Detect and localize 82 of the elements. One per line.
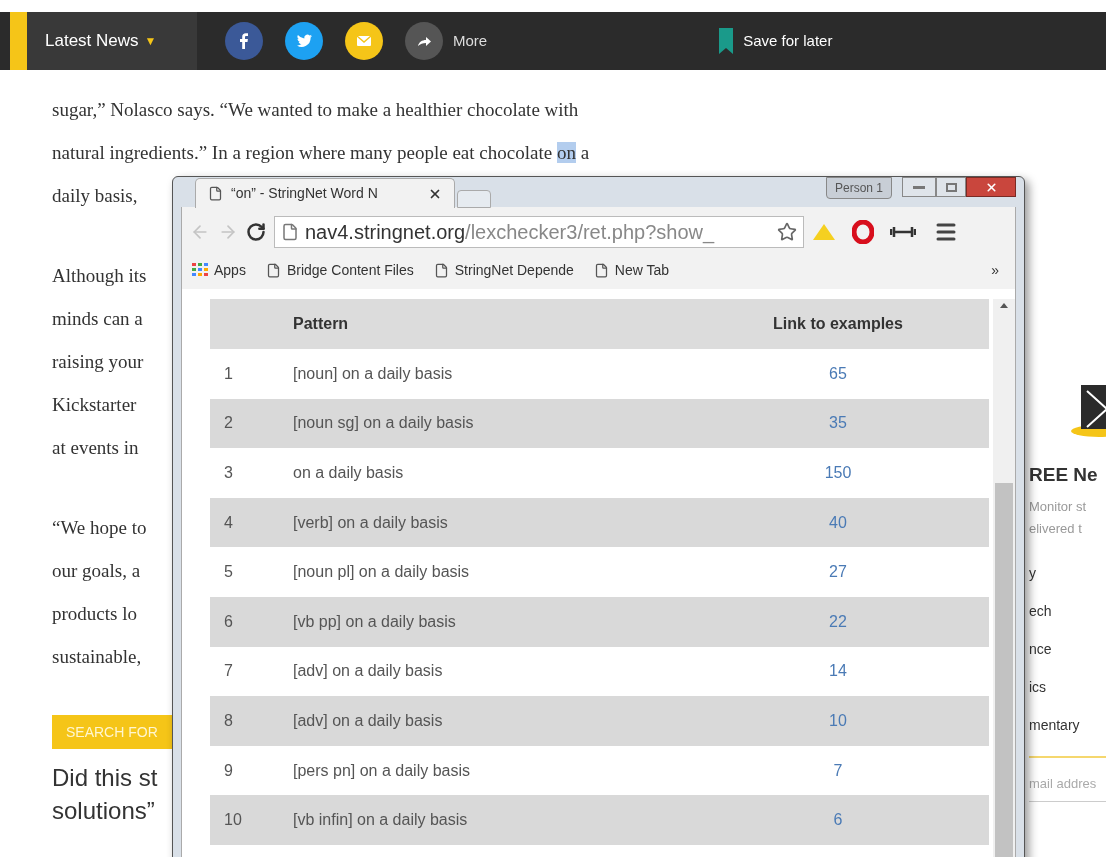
examples-link[interactable]: 7 <box>833 761 843 779</box>
more-label[interactable]: More <box>453 29 488 53</box>
row-number: 5 <box>223 562 234 583</box>
examples-link[interactable]: 150 <box>824 464 852 481</box>
article-line: sustainable, <box>52 645 142 669</box>
article-line: our goals, a <box>52 559 141 583</box>
pattern-cell-text: [adv] on a daily basis <box>293 661 444 682</box>
row-number: 10 <box>223 810 243 831</box>
examples-link[interactable]: 65 <box>829 364 847 382</box>
pattern-cell-text: on a daily basis <box>293 463 405 483</box>
question-heading: Did this st <box>52 763 158 793</box>
minimize-button[interactable] <box>902 177 936 197</box>
row-number: 8 <box>223 710 234 731</box>
dumbbell-icon[interactable] <box>890 226 916 238</box>
pattern-cell-text: [adv] on a daily basis <box>293 710 444 731</box>
profile-button[interactable]: Person 1 <box>825 177 892 199</box>
newsletter-title: REE Ne <box>1029 463 1098 487</box>
apps-grid-icon <box>192 263 208 277</box>
bookmark-item[interactable]: StringNet Depende <box>433 259 574 281</box>
address-field[interactable]: nav4.stringnet.org/lexchecker3/ret.php?show_ <box>274 216 804 248</box>
row-number: 6 <box>223 611 234 632</box>
bookmark-item[interactable]: New Tab <box>593 259 670 281</box>
scroll-up-icon[interactable] <box>1000 303 1008 308</box>
row-number: 2 <box>223 413 234 434</box>
examples-link[interactable]: 27 <box>829 563 847 581</box>
pattern-cell-text: [vb infin] on a daily basis <box>293 810 469 831</box>
maximize-button[interactable] <box>936 177 966 197</box>
page-icon <box>281 223 299 241</box>
pattern-cell-text: [vb pp] on a daily basis <box>293 611 457 632</box>
facebook-icon[interactable] <box>225 22 263 60</box>
star-icon[interactable] <box>777 222 797 242</box>
newsletter-option[interactable]: y <box>1029 553 1036 592</box>
newsletter-description: Monitor st <box>1029 497 1087 516</box>
email-share-icon[interactable] <box>345 22 383 60</box>
newsletter-option[interactable]: ech <box>1029 591 1052 630</box>
pattern-cell-text: [verb] on a daily basis <box>293 512 449 533</box>
newsletter-option[interactable]: mentary <box>1029 705 1080 744</box>
column-header: Pattern <box>293 314 350 334</box>
row-number: 9 <box>223 760 234 781</box>
pattern-cell-text: [pers pn] on a daily basis <box>293 760 471 781</box>
article-line: Although its <box>52 264 147 288</box>
page-icon <box>593 262 609 278</box>
article-line: minds can a <box>52 307 143 331</box>
article-line: products lo <box>52 602 137 626</box>
twitter-icon[interactable] <box>285 22 323 60</box>
page-icon <box>208 186 223 201</box>
bookmark-item[interactable]: Bridge Content Files <box>265 259 414 281</box>
newsletter-option[interactable]: nce <box>1029 629 1052 668</box>
bookmark-item[interactable]: Apps <box>192 259 246 281</box>
question-heading: solutions” <box>52 796 155 826</box>
examples-link[interactable]: 14 <box>829 662 847 680</box>
accent-stripe <box>10 12 27 70</box>
close-icon <box>984 180 998 194</box>
page-icon <box>265 262 281 278</box>
row-number: 4 <box>223 512 234 533</box>
page-icon <box>433 262 449 278</box>
pattern-cell-text: [noun] on a daily basis <box>293 363 454 384</box>
row-number: 3 <box>223 463 234 483</box>
article-line: at events in <box>52 436 139 460</box>
column-header: Link to examples <box>772 314 904 334</box>
newsletter-option[interactable]: ics <box>1029 667 1047 706</box>
article-line: “We hope to <box>52 516 147 540</box>
pattern-cell-text: [noun sg] on a daily basis <box>293 413 475 434</box>
bookmark-icon <box>719 28 734 54</box>
article-line: Kickstarter <box>52 393 137 417</box>
opera-icon[interactable] <box>852 220 874 244</box>
browser-tab[interactable]: “on” - StringNet Word N <box>195 178 455 208</box>
scrollbar-thumb[interactable] <box>995 483 1013 857</box>
article-line: daily basis, <box>52 184 138 208</box>
reload-icon[interactable] <box>246 222 266 242</box>
article-line: sugar,” Nolasco says. “We wanted to make a healthier chocolate with <box>52 98 579 122</box>
article-line: raising your <box>52 350 144 374</box>
row-number: 1 <box>223 363 234 384</box>
close-button[interactable] <box>966 177 1016 197</box>
bookmarks-overflow[interactable]: » <box>991 259 999 281</box>
article-line: natural ingredients.” In a region where many people eat chocolate on a <box>52 141 590 165</box>
newsletter-description: elivered t <box>1029 519 1082 538</box>
save-for-later-button[interactable]: Save for later <box>719 28 833 54</box>
scrollbar[interactable] <box>993 299 1015 857</box>
row-number: 7 <box>223 661 234 682</box>
pattern-cell-text: [noun pl] on a daily basis <box>293 562 471 583</box>
latest-news-menu[interactable]: Latest News ▼ <box>27 12 197 70</box>
